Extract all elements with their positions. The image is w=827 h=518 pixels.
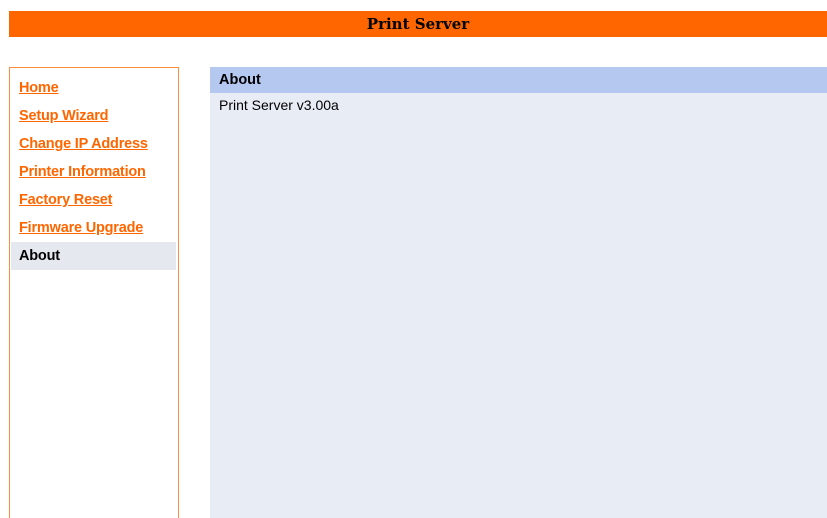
panel-body: Print Server v3.00a — [210, 93, 827, 115]
sidebar-item-firmware-upgrade[interactable]: Firmware Upgrade — [11, 214, 176, 242]
sidebar-item-printer-information[interactable]: Printer Information — [11, 158, 176, 186]
sidebar-item-change-ip-address[interactable]: Change IP Address — [11, 130, 176, 158]
panel-title: About — [210, 67, 827, 93]
sidebar-item-about: About — [11, 242, 176, 270]
sidebar-item-setup-wizard[interactable]: Setup Wizard — [11, 102, 176, 130]
sidebar-item-factory-reset[interactable]: Factory Reset — [11, 186, 176, 214]
header-bar: Print Server — [9, 11, 827, 37]
version-text: Print Server v3.00a — [219, 97, 339, 113]
header-title: Print Server — [366, 15, 470, 33]
main-panel: About Print Server v3.00a — [210, 67, 827, 518]
page: Print Server Home Setup Wizard Change IP… — [0, 0, 827, 518]
sidebar-nav: Home Setup Wizard Change IP Address Prin… — [9, 67, 179, 518]
sidebar-item-home[interactable]: Home — [11, 74, 176, 102]
